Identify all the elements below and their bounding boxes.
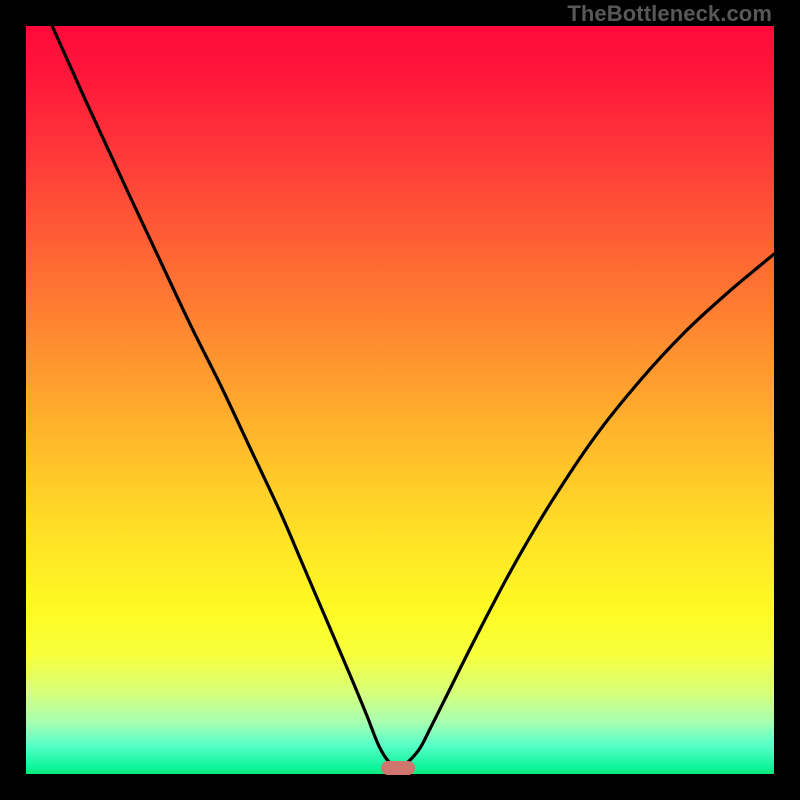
chart-frame: TheBottleneck.com — [0, 0, 800, 800]
optimal-marker — [381, 761, 415, 775]
gradient-plot-area — [26, 26, 774, 774]
bottleneck-curve — [26, 26, 774, 774]
watermark-text: TheBottleneck.com — [567, 1, 772, 27]
